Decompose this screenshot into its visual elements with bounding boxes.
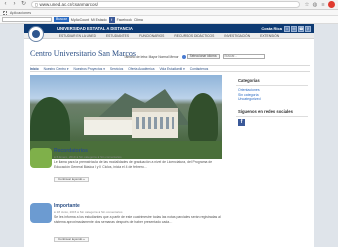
toolbar-search-button[interactable]: Buscar xyxy=(54,17,69,22)
page-icon: ▯ xyxy=(35,1,38,7)
menu-study[interactable]: ESTUDIAR EN LA UNED xyxy=(59,33,96,38)
apps-label[interactable]: Aplicaciones xyxy=(10,11,31,15)
social-heading: Síguenos en redes sociales xyxy=(236,107,308,117)
categories-heading: Categorías xyxy=(236,76,308,86)
menu-extension[interactable]: EXTENSIÓN xyxy=(260,33,279,38)
post-thumbnail[interactable] xyxy=(30,203,52,223)
facebook-icon[interactable]: f xyxy=(108,16,115,23)
post-title[interactable]: Importante xyxy=(54,203,80,209)
forward-icon[interactable]: › xyxy=(11,1,18,8)
apps-icon[interactable] xyxy=(3,11,7,15)
phone-icon[interactable]: ☎ xyxy=(298,25,304,32)
post-title[interactable]: Recordatorios xyxy=(54,148,88,154)
extension-icon[interactable]: ◍ xyxy=(312,2,318,8)
reload-icon[interactable]: ↻ xyxy=(20,1,27,8)
mail-icon[interactable]: ✉ xyxy=(291,25,297,32)
back-icon[interactable]: ‹ xyxy=(2,1,9,8)
university-name: UNIVERSIDAD ESTATAL A DISTANCIA xyxy=(57,26,133,31)
menu2-services[interactable]: Servicios xyxy=(110,66,123,71)
toolbar-search-input[interactable] xyxy=(2,17,52,22)
main-menu: ESTUDIAR EN LA UNED ESTUDIANTES FUNCIONA… xyxy=(24,33,314,39)
facebook-icon[interactable]: f xyxy=(238,118,245,126)
post-excerpt: Se les informa a los estudiantes que a p… xyxy=(54,215,221,224)
menu2-student-life[interactable]: Vida Estudiantil ▾ xyxy=(159,66,184,71)
menu-staff[interactable]: FUNCIONARIOS xyxy=(139,33,164,38)
read-more-button[interactable]: Continuar leyendo » xyxy=(54,237,89,242)
star-icon[interactable]: ☆ xyxy=(304,2,310,8)
website: UNIVERSIDAD ESTATAL A DISTANCIA Costa Ri… xyxy=(24,24,314,247)
site-tools: Tamaño de letra: Mayor Normal Menor Sele… xyxy=(124,54,265,59)
toolbar-item-facebook[interactable]: Facebook xyxy=(117,18,132,22)
post-meta: ● 6 Enero, 2019 ● Sin categoría ● Sin co… xyxy=(54,155,122,159)
menu-icon[interactable]: ≡ xyxy=(320,2,326,8)
uned-logo[interactable] xyxy=(28,26,44,42)
search-icon[interactable]: ⚲ xyxy=(305,25,311,32)
site-header: UNIVERSIDAD ESTATAL A DISTANCIA Costa Ri… xyxy=(24,24,314,42)
toolbar-item-account[interactable]: MyAcCount xyxy=(71,18,89,22)
post-item: Recordatorios ● 6 Enero, 2019 ● Sin cate… xyxy=(30,148,222,198)
menu2-contact[interactable]: Contáctenos xyxy=(190,66,209,71)
font-size-links[interactable]: Tamaño de letra: Mayor Normal Menor xyxy=(124,55,179,59)
post-item: Importante ● 18 Junio, 2015 ● Sin catego… xyxy=(30,203,222,247)
menu2-projects[interactable]: Nuestros Proyectos ▾ xyxy=(74,66,105,71)
translate-icon xyxy=(181,54,186,59)
menu2-home[interactable]: Inicio xyxy=(30,66,39,71)
address-bar[interactable]: ▯ www.uned.ac.cr/csanmarcos/ xyxy=(31,1,300,8)
browser-toolbar: ‹ › ↻ ▯ www.uned.ac.cr/csanmarcos/ ☆ ◍ ≡ xyxy=(0,0,338,10)
notification-icon[interactable] xyxy=(328,1,335,8)
menu-research[interactable]: INVESTIGACIÓN xyxy=(224,33,250,38)
addon-toolbar: Buscar MyAcCount Mi Estado f Facebook Cl… xyxy=(0,16,338,24)
menu-students[interactable]: ESTUDIANTES xyxy=(106,33,129,38)
category-link[interactable]: Uncategorized xyxy=(236,97,308,102)
sidebar: Categorías Orientaciones Sin categoría U… xyxy=(236,76,308,126)
language-select[interactable]: Seleccionar idioma xyxy=(186,54,220,59)
hero-image xyxy=(30,75,222,159)
site-search-input[interactable]: Buscar... xyxy=(222,54,265,59)
toolbar-item-status[interactable]: Mi Estado xyxy=(91,18,107,22)
menu-resources[interactable]: RECURSOS DIDÁCTICOS xyxy=(174,33,214,38)
home-icon[interactable]: ⌂ xyxy=(284,25,290,32)
post-excerpt: Le llama para la prematrícula de las mod… xyxy=(54,160,213,169)
url-text: www.uned.ac.cr/csanmarcos/ xyxy=(39,2,99,7)
menu2-offer[interactable]: Oferta Académica xyxy=(128,66,154,71)
read-more-button[interactable]: Continuar leyendo » xyxy=(54,177,89,182)
post-meta: ● 18 Junio, 2015 ● Sin categoría ● Sin c… xyxy=(54,210,123,214)
country-label: Costa Rica xyxy=(261,26,282,31)
toolbar-item-weather[interactable]: Clima xyxy=(134,18,143,22)
secondary-menu: Inicio Nuestro Centro ▾ Nuestros Proyect… xyxy=(30,65,310,72)
menu2-center[interactable]: Nuestro Centro ▾ xyxy=(44,66,69,71)
post-thumbnail[interactable] xyxy=(30,148,52,168)
